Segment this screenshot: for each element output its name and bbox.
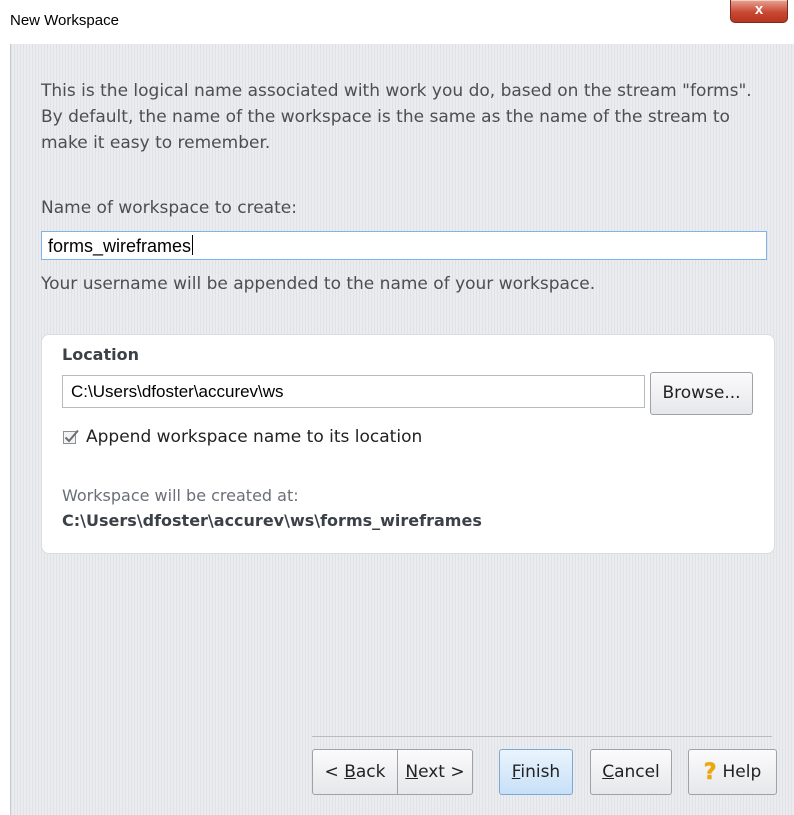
next-button[interactable]: Next > (397, 749, 473, 795)
append-name-checkbox-row[interactable]: Append workspace name to its location (62, 427, 422, 447)
finish-button[interactable]: Finish (499, 749, 573, 795)
next-rest: ext > (418, 762, 465, 782)
location-title: Location (62, 345, 139, 364)
created-at-path: C:\Users\dfoster\accurev\ws\forms_wirefr… (62, 511, 482, 530)
append-name-checkbox[interactable] (62, 428, 80, 446)
intro-text: This is the logical name associated with… (41, 81, 752, 153)
close-button[interactable]: x (730, 0, 788, 23)
cancel-rest: ancel (614, 762, 660, 782)
back-button[interactable]: < Back (312, 749, 398, 795)
help-label: Help (722, 762, 762, 782)
workspace-name-value: forms_wireframes (48, 236, 192, 256)
created-at-label: Workspace will be created at: (62, 486, 299, 505)
back-mnemonic: B (344, 762, 356, 782)
title-bar: New Workspace x (0, 0, 794, 44)
location-panel: Location C:\Users\dfoster\accurev\ws Bro… (41, 334, 775, 554)
location-path-input[interactable]: C:\Users\dfoster\accurev\ws (62, 375, 645, 408)
workspace-name-input[interactable]: forms_wireframes (41, 231, 767, 260)
next-mnemonic: N (405, 762, 419, 782)
back-prefix: < (324, 762, 345, 782)
button-separator (312, 736, 772, 737)
workspace-name-label: Name of workspace to create: (41, 198, 297, 218)
append-name-label: Append workspace name to its location (86, 427, 423, 447)
window-title: New Workspace (10, 12, 119, 29)
cancel-mnemonic: C (602, 762, 615, 782)
finish-rest: inish (520, 762, 561, 782)
text-caret (192, 235, 194, 255)
browse-button[interactable]: Browse... (650, 372, 753, 415)
username-hint: Your username will be appended to the na… (41, 274, 596, 294)
help-button[interactable]: ? Help (688, 749, 777, 795)
checkmark-icon (63, 429, 79, 444)
dialog-body: This is the logical name associated with… (10, 44, 794, 815)
cancel-button[interactable]: Cancel (590, 749, 672, 795)
help-icon: ? (703, 760, 717, 785)
close-icon: x (754, 1, 764, 18)
back-rest: ack (355, 762, 386, 782)
